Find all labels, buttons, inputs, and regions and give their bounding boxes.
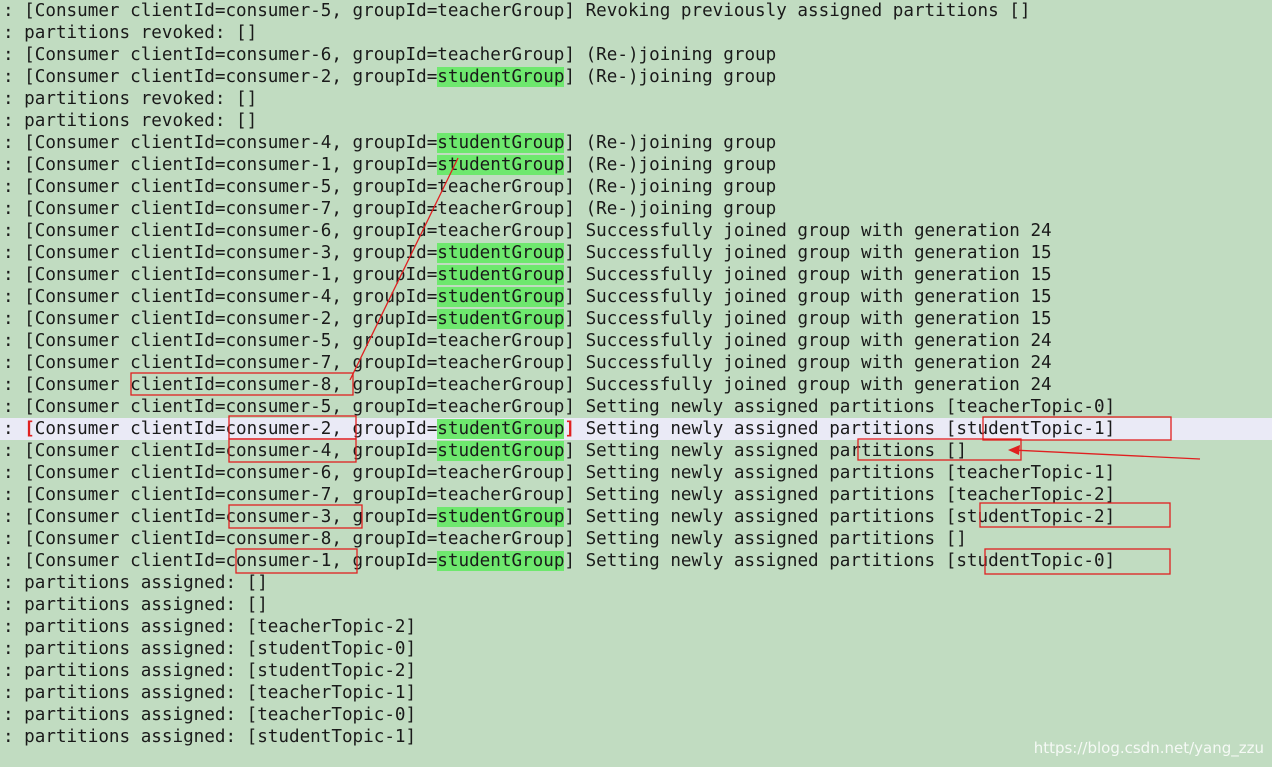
group-highlight: studentGroup: [437, 507, 565, 527]
group-highlight: studentGroup: [437, 309, 565, 329]
log-text: : [Consumer clientId=consumer-4, groupId…: [3, 133, 438, 153]
log-line: : partitions assigned: [studentTopic-2]: [0, 660, 1272, 682]
group-highlight: studentGroup: [437, 243, 565, 263]
log-line: : [Consumer clientId=consumer-5, groupId…: [0, 176, 1272, 198]
log-line: : [Consumer clientId=consumer-1, groupId…: [0, 264, 1272, 286]
log-line: : [Consumer clientId=consumer-3, groupId…: [0, 506, 1272, 528]
group-highlight: studentGroup: [437, 441, 565, 461]
log-line: : [Consumer clientId=consumer-4, groupId…: [0, 286, 1272, 308]
log-line: : [Consumer clientId=consumer-5, groupId…: [0, 396, 1272, 418]
group-highlight: studentGroup: [437, 287, 565, 307]
log-text: ] (Re-)joining group: [564, 155, 777, 175]
log-text: : [Consumer clientId=consumer-7, groupId…: [3, 199, 777, 219]
log-text: : [Consumer clientId=consumer-6, groupId…: [3, 221, 1052, 241]
log-output: : [Consumer clientId=consumer-5, groupId…: [0, 0, 1272, 748]
log-text: : partitions revoked: []: [3, 23, 258, 43]
log-line: : partitions assigned: []: [0, 572, 1272, 594]
log-text: : [Consumer clientId=consumer-6, groupId…: [3, 45, 777, 65]
log-text: Consumer clientId=consumer-2, groupId=: [34, 419, 438, 439]
log-text: : [Consumer clientId=consumer-3, groupId…: [3, 507, 438, 527]
log-line: : [Consumer clientId=consumer-2, groupId…: [0, 308, 1272, 330]
log-line: : partitions assigned: []: [0, 594, 1272, 616]
log-line: : [Consumer clientId=consumer-6, groupId…: [0, 220, 1272, 242]
log-text: ] Successfully joined group with generat…: [564, 309, 1052, 329]
log-text: : [Consumer clientId=consumer-1, groupId…: [3, 155, 438, 175]
log-text: : [Consumer clientId=consumer-1, groupId…: [3, 551, 438, 571]
log-text: : partitions assigned: [teacherTopic-1]: [3, 683, 417, 703]
log-text: : [Consumer clientId=consumer-7, groupId…: [3, 485, 1116, 505]
log-line: : partitions assigned: [teacherTopic-2]: [0, 616, 1272, 638]
group-highlight: studentGroup: [437, 551, 565, 571]
log-text: : partitions revoked: []: [3, 89, 258, 109]
log-text: : [Consumer clientId=consumer-1, groupId…: [3, 265, 438, 285]
group-highlight: studentGroup: [437, 419, 565, 439]
log-text: : [Consumer clientId=consumer-5, groupId…: [3, 1, 1031, 21]
log-text: Setting newly assigned partitions [stude…: [575, 419, 1116, 439]
log-text: : [Consumer clientId=consumer-8, groupId…: [3, 375, 1052, 395]
log-text: : partitions assigned: []: [3, 595, 268, 615]
log-line: : [Consumer clientId=consumer-2, groupId…: [0, 418, 1272, 440]
log-text: ] Successfully joined group with generat…: [564, 287, 1052, 307]
log-line: : [Consumer clientId=consumer-1, groupId…: [0, 154, 1272, 176]
log-line: : [Consumer clientId=consumer-1, groupId…: [0, 550, 1272, 572]
log-text: : [Consumer clientId=consumer-5, groupId…: [3, 397, 1116, 417]
log-text: :: [3, 419, 25, 439]
log-line: : [Consumer clientId=consumer-8, groupId…: [0, 528, 1272, 550]
log-text: : [Consumer clientId=consumer-5, groupId…: [3, 177, 777, 197]
log-text: : [Consumer clientId=consumer-3, groupId…: [3, 243, 438, 263]
red-bracket: [: [24, 419, 35, 439]
log-text: ] Successfully joined group with generat…: [564, 265, 1052, 285]
log-line: : [Consumer clientId=consumer-8, groupId…: [0, 374, 1272, 396]
log-line: : [Consumer clientId=consumer-4, groupId…: [0, 132, 1272, 154]
log-text: : partitions assigned: [teacherTopic-0]: [3, 705, 417, 725]
log-text: : [Consumer clientId=consumer-8, groupId…: [3, 529, 967, 549]
group-highlight: studentGroup: [437, 67, 565, 87]
log-text: ] Setting newly assigned partitions [stu…: [564, 507, 1116, 527]
log-text: : partitions assigned: [studentTopic-2]: [3, 661, 417, 681]
log-line: : partitions revoked: []: [0, 88, 1272, 110]
log-text: ] (Re-)joining group: [564, 67, 777, 87]
log-line: : [Consumer clientId=consumer-7, groupId…: [0, 352, 1272, 374]
log-text: : [Consumer clientId=consumer-6, groupId…: [3, 463, 1116, 483]
log-line: : partitions revoked: []: [0, 22, 1272, 44]
log-text: : [Consumer clientId=consumer-2, groupId…: [3, 309, 438, 329]
red-bracket: ]: [564, 419, 575, 439]
log-text: ] Setting newly assigned partitions [stu…: [564, 551, 1116, 571]
log-text: : [Consumer clientId=consumer-2, groupId…: [3, 67, 438, 87]
group-highlight: studentGroup: [437, 265, 565, 285]
log-text: : partitions assigned: [studentTopic-0]: [3, 639, 417, 659]
group-highlight: studentGroup: [437, 133, 565, 153]
log-line: : [Consumer clientId=consumer-3, groupId…: [0, 242, 1272, 264]
log-line: : [Consumer clientId=consumer-5, groupId…: [0, 0, 1272, 22]
log-text: ] Successfully joined group with generat…: [564, 243, 1052, 263]
log-text: ] Setting newly assigned partitions []: [564, 441, 967, 461]
log-line: : partitions assigned: [teacherTopic-0]: [0, 704, 1272, 726]
log-line: : partitions revoked: []: [0, 110, 1272, 132]
log-text: : [Consumer clientId=consumer-7, groupId…: [3, 353, 1052, 373]
log-line: : [Consumer clientId=consumer-6, groupId…: [0, 462, 1272, 484]
log-text: ] (Re-)joining group: [564, 133, 777, 153]
log-text: : [Consumer clientId=consumer-4, groupId…: [3, 441, 438, 461]
log-line: : [Consumer clientId=consumer-4, groupId…: [0, 440, 1272, 462]
log-line: : [Consumer clientId=consumer-5, groupId…: [0, 330, 1272, 352]
log-text: : partitions assigned: []: [3, 573, 268, 593]
log-line: : [Consumer clientId=consumer-7, groupId…: [0, 198, 1272, 220]
log-line: : [Consumer clientId=consumer-6, groupId…: [0, 44, 1272, 66]
log-text: : partitions assigned: [teacherTopic-2]: [3, 617, 417, 637]
log-line: : partitions assigned: [teacherTopic-1]: [0, 682, 1272, 704]
log-text: : [Consumer clientId=consumer-4, groupId…: [3, 287, 438, 307]
log-line: : partitions assigned: [studentTopic-0]: [0, 638, 1272, 660]
log-text: : partitions revoked: []: [3, 111, 258, 131]
log-line: : [Consumer clientId=consumer-7, groupId…: [0, 484, 1272, 506]
log-text: : partitions assigned: [studentTopic-1]: [3, 727, 417, 747]
group-highlight: studentGroup: [437, 155, 565, 175]
watermark: https://blog.csdn.net/yang_zzu: [1033, 739, 1264, 757]
log-text: : [Consumer clientId=consumer-5, groupId…: [3, 331, 1052, 351]
log-line: : [Consumer clientId=consumer-2, groupId…: [0, 66, 1272, 88]
